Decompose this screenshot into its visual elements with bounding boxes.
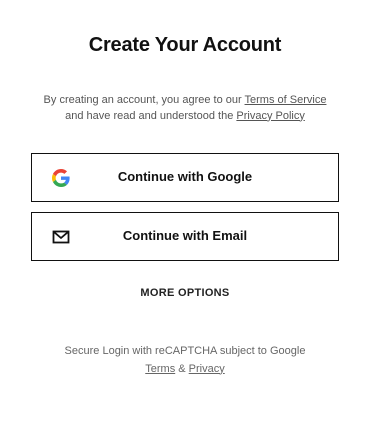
recaptcha-separator: & — [178, 362, 186, 375]
continue-with-email-button[interactable]: Continue with Email — [31, 212, 339, 261]
privacy-policy-link[interactable]: Privacy Policy — [236, 110, 304, 122]
terms-of-service-link[interactable]: Terms of Service — [245, 94, 327, 106]
signup-page: Create Your Account By creating an accou… — [0, 0, 384, 422]
agreement-text: By creating an account, you agree to our… — [0, 93, 370, 124]
recaptcha-text: Secure Login with reCAPTCHA subject to G… — [64, 345, 306, 357]
email-button-label: Continue with Email — [122, 228, 248, 243]
google-button-label: Continue with Google — [117, 169, 253, 184]
continue-with-google-button[interactable]: Continue with Google — [31, 153, 339, 202]
page-title: Create Your Account — [88, 34, 282, 56]
agreement-line2-text: and have read and understood the — [65, 109, 234, 122]
more-options-link[interactable]: MORE OPTIONS — [0, 287, 370, 299]
recaptcha-privacy-link[interactable]: Privacy — [189, 363, 225, 375]
agreement-line1-text: By creating an account, you agree to our — [43, 94, 242, 106]
recaptcha-notice: Secure Login with reCAPTCHA subject to G… — [0, 343, 370, 378]
recaptcha-terms-link[interactable]: Terms — [145, 363, 175, 375]
